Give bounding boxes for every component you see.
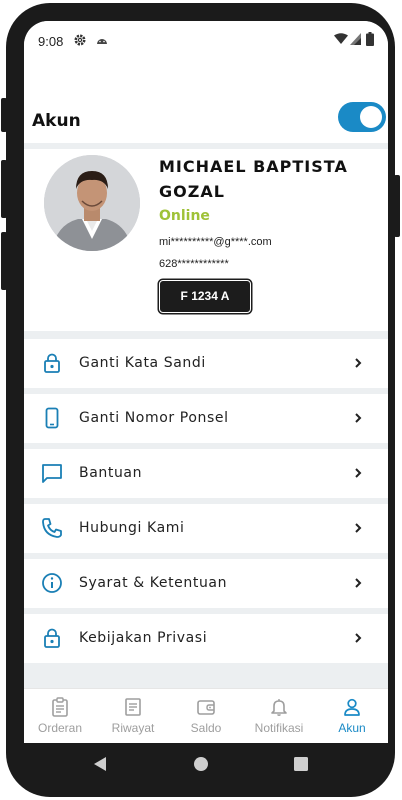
bell-icon — [271, 699, 287, 716]
system-nav-bar — [6, 743, 395, 797]
recents-icon[interactable] — [294, 757, 308, 771]
menu-label: Syarat & Ketentuan — [79, 575, 228, 591]
menu-label: Kebijakan Privasi — [79, 630, 208, 646]
side-button — [1, 98, 7, 132]
online-toggle[interactable] — [338, 102, 386, 132]
nav-notifikasi[interactable]: Notifikasi — [243, 689, 315, 743]
chevron-right-icon — [355, 578, 362, 588]
menu-label: Bantuan — [79, 465, 143, 481]
nav-akun[interactable]: Akun — [316, 689, 388, 743]
side-button — [394, 175, 400, 237]
menu-item-syarat-ketentuan[interactable]: Syarat & Ketentuan — [24, 559, 388, 608]
nav-label: Orderan — [37, 721, 83, 735]
signal-icon — [350, 33, 361, 45]
chevron-right-icon — [355, 358, 362, 368]
smartphone-icon — [45, 407, 59, 429]
chevron-right-icon — [355, 523, 362, 533]
nav-saldo[interactable]: Saldo — [170, 689, 242, 743]
android-icon — [97, 39, 107, 44]
nav-label: Saldo — [190, 721, 222, 735]
gear-icon — [74, 34, 86, 46]
online-status: Online — [159, 208, 210, 224]
license-plate-badge: F 1234 A — [159, 280, 251, 313]
side-button — [1, 160, 7, 218]
nav-label: Akun — [338, 721, 366, 735]
menu-label: Ganti Kata Sandi — [79, 355, 206, 371]
nav-orderan[interactable]: Orderan — [24, 689, 96, 743]
driver-email: mi**********@g****.com — [159, 236, 272, 248]
chat-icon — [42, 464, 62, 483]
wifi-icon — [334, 33, 348, 44]
phone-frame: 9:08 Akun MICHAEL BAPTISTA GOZAL Online … — [6, 3, 395, 797]
menu-label: Ganti Nomor Ponsel — [79, 410, 229, 426]
battery-icon — [366, 32, 374, 46]
wallet-icon — [197, 700, 215, 715]
menu-item-kebijakan-privasi[interactable]: Kebijakan Privasi — [24, 614, 388, 663]
app-bar: Akun — [24, 59, 388, 143]
avatar — [44, 155, 140, 251]
lock-icon — [44, 628, 60, 648]
app-screen: 9:08 Akun MICHAEL BAPTISTA GOZAL Online … — [24, 21, 388, 743]
nav-label: Riwayat — [111, 721, 155, 735]
status-bar: 9:08 — [24, 21, 388, 59]
menu-item-hubungi-kami[interactable]: Hubungi Kami — [24, 504, 388, 553]
page-title: Akun — [32, 111, 81, 131]
chevron-right-icon — [355, 633, 362, 643]
menu-item-bantuan[interactable]: Bantuan — [24, 449, 388, 498]
side-button — [1, 232, 7, 290]
status-time: 9:08 — [38, 34, 64, 49]
menu-label: Hubungi Kami — [79, 520, 185, 536]
chevron-right-icon — [355, 468, 362, 478]
nav-label: Notifikasi — [254, 721, 304, 735]
chevron-right-icon — [355, 413, 362, 423]
toggle-knob — [360, 106, 382, 128]
home-icon[interactable] — [194, 757, 208, 771]
profile-photo — [44, 155, 140, 251]
clipboard-icon — [52, 697, 68, 717]
phone-icon — [42, 518, 62, 538]
bottom-nav: Orderan Riwayat Saldo Notifikasi Akun — [24, 688, 388, 743]
back-icon[interactable] — [93, 756, 107, 772]
menu-item-ganti-nomor-ponsel[interactable]: Ganti Nomor Ponsel — [24, 394, 388, 443]
receipt-icon — [125, 698, 141, 716]
profile-card: MICHAEL BAPTISTA GOZAL Online mi********… — [24, 149, 388, 331]
info-icon — [42, 573, 62, 593]
person-icon — [344, 698, 360, 716]
driver-phone: 628************ — [159, 258, 229, 270]
menu-item-ganti-kata-sandi[interactable]: Ganti Kata Sandi — [24, 339, 388, 388]
driver-name: MICHAEL BAPTISTA GOZAL — [159, 157, 348, 201]
nav-riwayat[interactable]: Riwayat — [97, 689, 169, 743]
lock-icon — [44, 353, 60, 373]
